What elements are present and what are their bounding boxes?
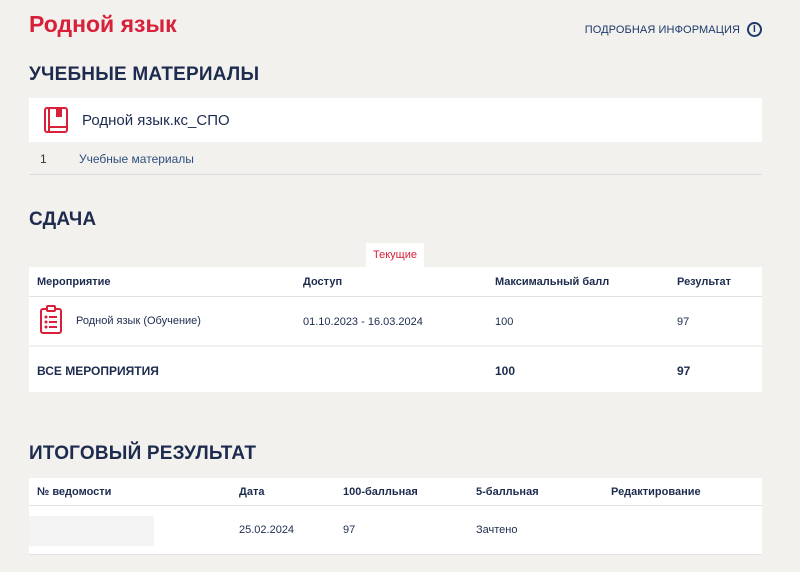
header-max-score: Максимальный балл: [495, 276, 610, 288]
final-score-5: Зачтено: [476, 524, 518, 536]
info-icon[interactable]: i: [747, 22, 762, 37]
final-date: 25.02.2024: [239, 524, 295, 536]
header-date: Дата: [239, 486, 265, 498]
total-label: ВСЕ МЕРОПРИЯТИЯ: [37, 364, 159, 378]
table-header: Мероприятие Доступ Максимальный балл Рез…: [29, 267, 762, 296]
book-icon: [44, 107, 68, 133]
total-max-score: 100: [495, 364, 516, 378]
event-name[interactable]: Родной язык (Обучение): [76, 315, 201, 327]
header-edit: Редактирование: [611, 486, 701, 498]
header-score-100: 100-балльная: [343, 486, 418, 498]
header-statement-number: № ведомости: [37, 486, 112, 498]
header-event: Мероприятие: [37, 276, 111, 288]
page-title: Родной язык: [29, 11, 177, 37]
submission-section-title: СДАЧА: [29, 209, 97, 230]
table-row: 25.02.2024 97 Зачтено: [29, 506, 762, 554]
tab-current[interactable]: Текущие: [366, 243, 424, 267]
more-info-label: ПОДРОБНАЯ ИНФОРМАЦИЯ: [584, 23, 740, 36]
materials-section-title: УЧЕБНЫЕ МАТЕРИАЛЫ: [29, 64, 260, 85]
clipboard-icon: [40, 305, 62, 334]
divider: [29, 554, 762, 555]
header-score-5: 5-балльная: [476, 486, 539, 498]
statement-number-cell: [29, 516, 154, 546]
course-card[interactable]: Родной язык.кс_СПО: [29, 98, 762, 142]
header-access: Доступ: [303, 276, 343, 288]
course-name[interactable]: Родной язык.кс_СПО: [82, 112, 230, 129]
event-result: 97: [677, 316, 690, 328]
table-row[interactable]: Родной язык (Обучение) 01.10.2023 - 16.0…: [29, 297, 762, 345]
material-number: 1: [40, 151, 47, 166]
event-max-score: 100: [495, 316, 514, 328]
material-link[interactable]: Учебные материалы: [79, 152, 194, 166]
total-result: 97: [677, 364, 691, 378]
header-result: Результат: [677, 276, 732, 288]
event-access: 01.10.2023 - 16.03.2024: [303, 316, 423, 328]
more-info-link[interactable]: ПОДРОБНАЯ ИНФОРМАЦИЯ i: [585, 22, 762, 37]
final-section-title: ИТОГОВЫЙ РЕЗУЛЬТАТ: [29, 443, 257, 464]
total-row: ВСЕ МЕРОПРИЯТИЯ 100 97: [29, 347, 762, 392]
final-score-100: 97: [343, 524, 356, 536]
table-header: № ведомости Дата 100-балльная 5-балльная…: [29, 478, 762, 505]
list-item[interactable]: 1 Учебные материалы: [29, 143, 762, 175]
